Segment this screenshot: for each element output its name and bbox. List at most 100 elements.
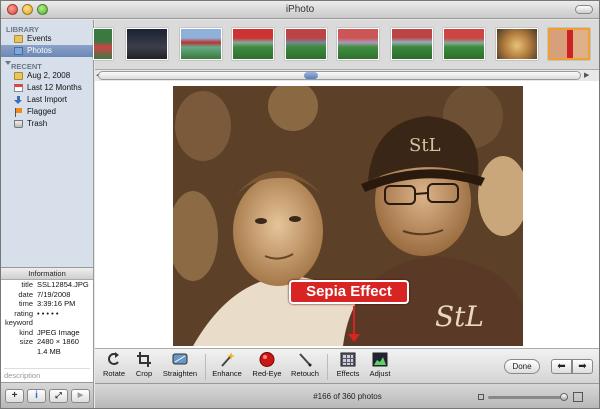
info-row-date: date 7/19/2008 — [1, 290, 93, 300]
sidebar-item-events[interactable]: Events — [1, 33, 93, 45]
filmstrip-thumbnail[interactable] — [232, 28, 274, 60]
filmstrip-thumbnail[interactable] — [443, 28, 485, 60]
sidebar-item-label: Last 12 Months — [27, 83, 82, 92]
add-button[interactable]: + — [5, 389, 24, 403]
information-header: Information — [1, 268, 93, 280]
disclosure-triangle-icon — [5, 61, 11, 65]
info-row-rating: rating • • • • • — [1, 309, 93, 319]
adjust-icon — [372, 352, 388, 367]
zoom-large-icon — [573, 392, 583, 402]
info-value: JPEG Image — [37, 327, 80, 337]
photo-content: StL StL — [173, 86, 523, 346]
straighten-button[interactable]: Straighten — [162, 352, 198, 378]
events-icon — [14, 35, 23, 43]
info-value[interactable]: SSL12854.JPG — [37, 280, 89, 290]
calendar-icon — [14, 84, 23, 92]
next-photo-button[interactable]: ➡ — [572, 359, 593, 374]
info-value: 1.4 MB — [37, 346, 61, 356]
sidebar-item-last-import[interactable]: Last Import — [1, 94, 93, 106]
sidebar-item-label: Flagged — [27, 107, 56, 116]
description-field[interactable]: description — [4, 368, 90, 380]
trash-icon — [14, 120, 23, 128]
info-row-kind: kind JPEG Image — [1, 328, 93, 338]
tool-label: Crop — [135, 369, 153, 378]
tool-label: Effects — [336, 369, 360, 378]
info-key: size — [19, 337, 33, 346]
info-key: rating — [14, 308, 33, 318]
sidebar-item-photos[interactable]: Photos — [1, 45, 93, 57]
toolbar-toggle-button[interactable] — [575, 5, 593, 14]
effects-button[interactable]: Effects — [334, 352, 362, 378]
rotate-button[interactable]: Rotate — [101, 352, 127, 378]
adjust-button[interactable]: Adjust — [366, 352, 394, 378]
straighten-icon — [172, 352, 188, 367]
filmstrip-scrollbar[interactable] — [98, 71, 581, 80]
library-header: LIBRARY — [6, 25, 40, 34]
sidebar-item-last-12-months[interactable]: Last 12 Months — [1, 82, 93, 94]
source-list-toolbar: + i ⤢ ▶ — [1, 382, 94, 408]
edited-photo-sepia[interactable]: StL StL — [173, 86, 523, 346]
info-row-keyword: keyword — [1, 318, 93, 328]
info-row-filesize: 1.4 MB — [1, 347, 93, 357]
info-row-title: title SSL12854.JPG — [1, 280, 93, 290]
filmstrip-thumbnail[interactable] — [93, 28, 113, 60]
tool-label: Red-Eye — [252, 369, 282, 378]
sidebar-item-trash[interactable]: Trash — [1, 118, 93, 130]
info-button[interactable]: i — [27, 389, 46, 403]
photo-viewer: StL StL — [95, 81, 599, 348]
info-value: 2480 × 1860 — [37, 337, 79, 346]
flag-icon — [14, 108, 23, 117]
sidebar-item-aug-2-2008[interactable]: Aug 2, 2008 — [1, 70, 93, 82]
sidebar-item-label: Trash — [27, 119, 48, 128]
retouch-icon — [297, 352, 313, 367]
crop-button[interactable]: Crop — [132, 352, 156, 378]
red-eye-button[interactable]: Red-Eye — [251, 352, 283, 378]
information-panel: Information title SSL12854.JPG date 7/19… — [1, 267, 94, 382]
sidebar-item-flagged[interactable]: Flagged — [1, 106, 93, 118]
filmstrip-thumbnail[interactable] — [337, 28, 379, 60]
filmstrip-thumbnail[interactable] — [126, 28, 168, 60]
iphoto-window: iPhoto LIBRARY Events Photos RECENT Aug … — [0, 0, 600, 409]
filmstrip-thumbnail[interactable] — [391, 28, 433, 60]
tool-label: Straighten — [162, 369, 198, 378]
window-title: iPhoto — [285, 4, 315, 15]
zoom-small-icon — [478, 394, 484, 400]
done-button[interactable]: Done — [504, 359, 540, 374]
filmstrip-thumbnail-selected[interactable] — [548, 28, 590, 60]
enhance-icon — [219, 352, 235, 367]
zoom-slider[interactable] — [488, 393, 568, 401]
info-value[interactable]: 7/19/2008 — [37, 290, 70, 300]
info-row-time: time 3:39:16 PM — [1, 299, 93, 309]
enhance-button[interactable]: Enhance — [212, 352, 242, 378]
edit-toolbar: Rotate Crop Straighten Enhance Red-Eye R… — [95, 348, 599, 383]
zoom-slider-knob[interactable] — [560, 393, 568, 401]
filmstrip-thumbnail[interactable] — [180, 28, 222, 60]
rating-stars[interactable]: • • • • • — [37, 309, 58, 319]
toolbar-separator — [327, 354, 328, 380]
fullscreen-button[interactable]: ⤢ — [49, 389, 68, 403]
info-value[interactable]: 3:39:16 PM — [37, 299, 75, 309]
filmstrip-scroll-knob[interactable] — [304, 72, 318, 79]
sidebar-item-label: Photos — [27, 46, 52, 55]
recent-header[interactable]: RECENT — [1, 57, 93, 71]
callout-arrow — [353, 306, 355, 336]
info-key: date — [18, 289, 33, 299]
filmstrip-thumbnail[interactable] — [496, 28, 538, 60]
previous-photo-button[interactable]: ⬅ — [551, 359, 572, 374]
sidebar-item-label: Aug 2, 2008 — [27, 71, 71, 80]
svg-text:StL: StL — [435, 300, 484, 333]
info-row-size: size 2480 × 1860 — [1, 337, 93, 347]
status-bar: #166 of 360 photos — [95, 383, 599, 408]
slideshow-button[interactable]: ▶ — [71, 389, 90, 403]
info-key: title — [21, 280, 33, 289]
toolbar-separator — [205, 354, 206, 380]
crop-icon — [136, 352, 152, 367]
filmstrip-thumbnail[interactable] — [285, 28, 327, 60]
retouch-button[interactable]: Retouch — [290, 352, 320, 378]
filmstrip-right-arrow-icon[interactable]: ▶ — [584, 71, 589, 79]
tool-label: Rotate — [102, 369, 126, 378]
sepia-effect-callout: Sepia Effect — [289, 280, 409, 304]
tool-label: Retouch — [291, 369, 319, 378]
red-eye-icon — [259, 352, 275, 367]
sidebar-item-label: Last Import — [27, 95, 68, 104]
